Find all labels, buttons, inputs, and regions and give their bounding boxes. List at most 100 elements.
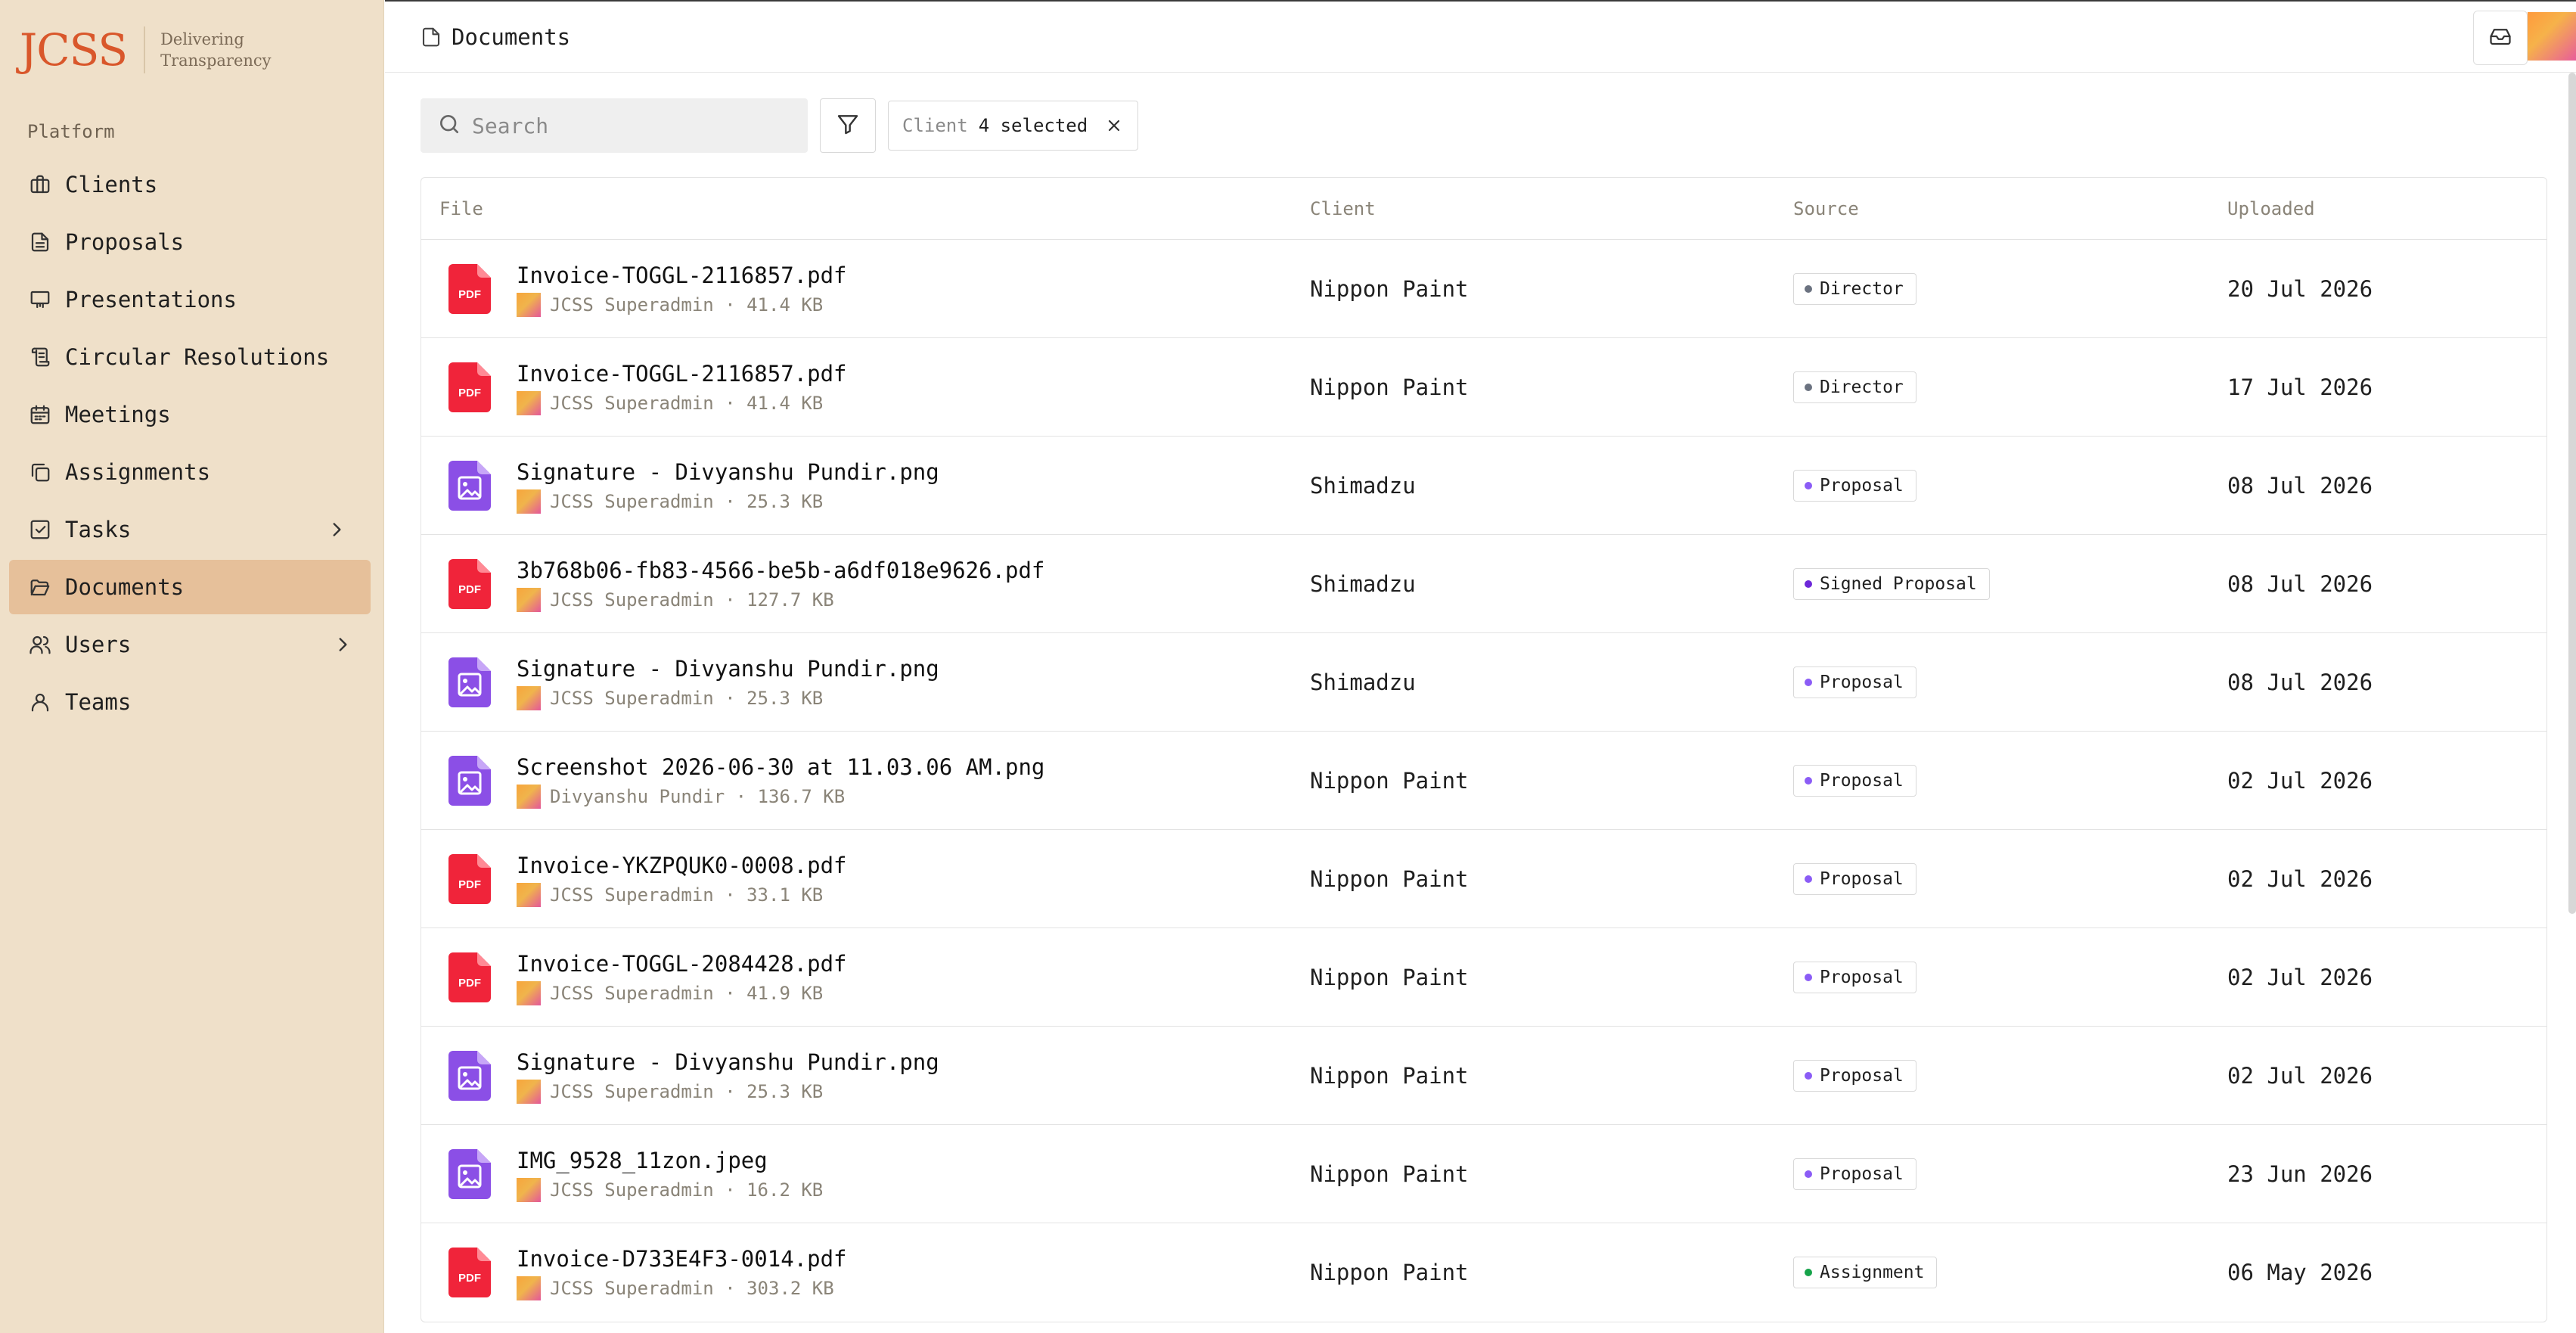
table-row[interactable]: Signature - Divyanshu Pundir.png JCSS Sup… — [421, 437, 2547, 535]
file-name[interactable]: Invoice-TOGGL-2116857.pdf — [517, 261, 847, 290]
table-row[interactable]: Signature - Divyanshu Pundir.png JCSS Sup… — [421, 633, 2547, 732]
meta-separator: · — [725, 785, 758, 807]
file-meta: Invoice-TOGGL-2116857.pdf JCSS Superadmin… — [517, 261, 847, 317]
client-cell: Shimadzu — [1310, 472, 1416, 499]
table-row[interactable]: PDF Invoice-D733E4F3-0014.pdf JCSS Superad… — [421, 1223, 2547, 1322]
file-subtitle: Divyanshu Pundir · 136.7 KB — [517, 784, 1044, 809]
source-cell: Proposal — [1793, 1027, 1916, 1124]
source-label: Proposal — [1820, 672, 1904, 692]
file-meta: IMG_9528_11zon.jpeg JCSS Superadmin · 16.… — [517, 1146, 823, 1202]
table-row[interactable]: PDF 3b768b06-fb83-4566-be5b-a6df018e9626.… — [421, 535, 2547, 633]
source-badge: Assignment — [1793, 1257, 1938, 1288]
source-label: Proposal — [1820, 475, 1904, 496]
file-name[interactable]: Invoice-TOGGL-2116857.pdf — [517, 359, 847, 388]
file-subtitle: JCSS Superadmin · 41.9 KB — [517, 980, 847, 1005]
search-icon — [437, 112, 472, 139]
client-cell: Nippon Paint — [1310, 1260, 1469, 1285]
client-cell: Nippon Paint — [1310, 374, 1469, 400]
brand-divider — [144, 26, 146, 73]
close-icon[interactable] — [1104, 116, 1124, 135]
scrollbar[interactable] — [2568, 73, 2576, 914]
file-cell: PDF Invoice-TOGGL-2116857.pdf JCSS Superad… — [448, 240, 847, 337]
brand-tagline-line-2: Transparency — [160, 51, 272, 70]
table-row[interactable]: Signature - Divyanshu Pundir.png JCSS Sup… — [421, 1027, 2547, 1125]
brand-tagline: Delivering Transparency — [160, 29, 271, 71]
source-dot — [1805, 1071, 1812, 1080]
file-meta: Signature - Divyanshu Pundir.png JCSS Sup… — [517, 1048, 939, 1104]
sidebar-item-circular-resolutions[interactable]: Circular Resolutions — [9, 330, 371, 384]
file-name[interactable]: Invoice-TOGGL-2084428.pdf — [517, 949, 847, 978]
table-row[interactable]: PDF Invoice-TOGGL-2116857.pdf JCSS Superad… — [421, 240, 2547, 338]
table-row[interactable]: PDF Invoice-YKZPQUK0-0008.pdf JCSS Superad… — [421, 830, 2547, 928]
file-name[interactable]: Signature - Divyanshu Pundir.png — [517, 654, 939, 683]
table-row[interactable]: PDF Invoice-TOGGL-2116857.pdf JCSS Superad… — [421, 338, 2547, 437]
file-cell: PDF Invoice-YKZPQUK0-0008.pdf JCSS Superad… — [448, 830, 847, 928]
meta-separator: · — [713, 687, 747, 709]
toolbar: Client 4 selected — [421, 98, 1139, 153]
chevron-right-icon[interactable] — [327, 520, 346, 539]
file-name[interactable]: Signature - Divyanshu Pundir.png — [517, 458, 939, 486]
file-name[interactable]: Screenshot 2026-06-30 at 11.03.06 AM.png — [517, 753, 1044, 781]
svg-text:PDF: PDF — [458, 1272, 481, 1285]
chevron-right-icon[interactable] — [333, 635, 352, 654]
meta-separator: · — [713, 294, 747, 315]
file-name[interactable]: Invoice-YKZPQUK0-0008.pdf — [517, 851, 847, 880]
sidebar-item-proposals[interactable]: Proposals — [9, 215, 371, 269]
client-cell: Nippon Paint — [1310, 1062, 1469, 1089]
file-name[interactable]: Signature - Divyanshu Pundir.png — [517, 1048, 939, 1077]
column-header-source[interactable]: Source — [1793, 178, 1859, 239]
brand-logo[interactable]: JCSS — [20, 28, 128, 72]
file-cell: PDF 3b768b06-fb83-4566-be5b-a6df018e9626.… — [448, 535, 1044, 632]
inbox-button[interactable] — [2473, 11, 2528, 65]
source-cell: Proposal — [1793, 633, 1916, 731]
pdf-file-icon: PDF — [448, 853, 491, 904]
column-header-uploaded[interactable]: Uploaded — [2227, 178, 2315, 239]
table-row[interactable]: PDF Invoice-TOGGL-2084428.pdf JCSS Superad… — [421, 928, 2547, 1027]
uploaded-date: 02 Jul 2026 — [2227, 767, 2373, 794]
source-badge: Signed Proposal — [1793, 567, 1990, 600]
sidebar-item-clients[interactable]: Clients — [9, 157, 371, 212]
file-icon — [420, 26, 442, 48]
file-name[interactable]: IMG_9528_11zon.jpeg — [517, 1146, 823, 1175]
sidebar-item-meetings[interactable]: Meetings — [9, 387, 371, 442]
table-row[interactable]: IMG_9528_11zon.jpeg JCSS Superadmin · 16.… — [421, 1125, 2547, 1223]
source-cell: Proposal — [1793, 732, 1916, 829]
file-size: 41.9 KB — [746, 982, 824, 1004]
source-badge: Proposal — [1793, 1059, 1916, 1092]
source-cell: Proposal — [1793, 1125, 1916, 1223]
top-bar: Documents — [385, 0, 2576, 73]
user-avatar[interactable] — [2528, 12, 2576, 61]
source-label: Proposal — [1820, 967, 1904, 987]
sidebar-item-assignments[interactable]: Assignments — [9, 445, 371, 499]
file-name[interactable]: Invoice-D733E4F3-0014.pdf — [517, 1244, 847, 1273]
uploader-avatar — [517, 980, 541, 1005]
sidebar-item-presentations[interactable]: Presentations — [9, 272, 371, 327]
meta-separator: · — [713, 392, 747, 414]
source-dot — [1805, 383, 1812, 391]
client-filter-chip[interactable]: Client 4 selected — [888, 101, 1139, 151]
uploaded-date: 23 Jun 2026 — [2227, 1161, 2373, 1187]
sidebar-item-documents[interactable]: Documents — [9, 560, 371, 614]
sidebar-item-tasks[interactable]: Tasks — [9, 502, 371, 557]
source-badge: Proposal — [1793, 961, 1916, 993]
search-box[interactable] — [421, 98, 808, 153]
image-file-icon — [448, 755, 491, 806]
uploader-name: JCSS Superadmin — [550, 589, 714, 611]
uploaded-date: 02 Jul 2026 — [2227, 865, 2373, 892]
breadcrumb: Documents — [420, 24, 570, 50]
briefcase-icon — [27, 172, 53, 197]
file-name[interactable]: 3b768b06-fb83-4566-be5b-a6df018e9626.pdf — [517, 556, 1044, 585]
brand[interactable]: JCSS Delivering Transparency — [20, 20, 272, 80]
source-dot — [1805, 678, 1812, 686]
sidebar-item-teams[interactable]: Teams — [9, 675, 371, 729]
column-header-file[interactable]: File — [439, 178, 483, 239]
sidebar-item-users[interactable]: Users — [9, 617, 371, 672]
sidebar-item-label: Proposals — [65, 229, 185, 255]
column-header-client[interactable]: Client — [1310, 178, 1376, 239]
search-input[interactable] — [472, 113, 790, 138]
uploader-avatar — [517, 587, 541, 612]
source-label: Signed Proposal — [1820, 573, 1977, 594]
filter-button[interactable] — [820, 98, 876, 153]
source-label: Proposal — [1820, 1065, 1904, 1086]
table-row[interactable]: Screenshot 2026-06-30 at 11.03.06 AM.png… — [421, 732, 2547, 830]
